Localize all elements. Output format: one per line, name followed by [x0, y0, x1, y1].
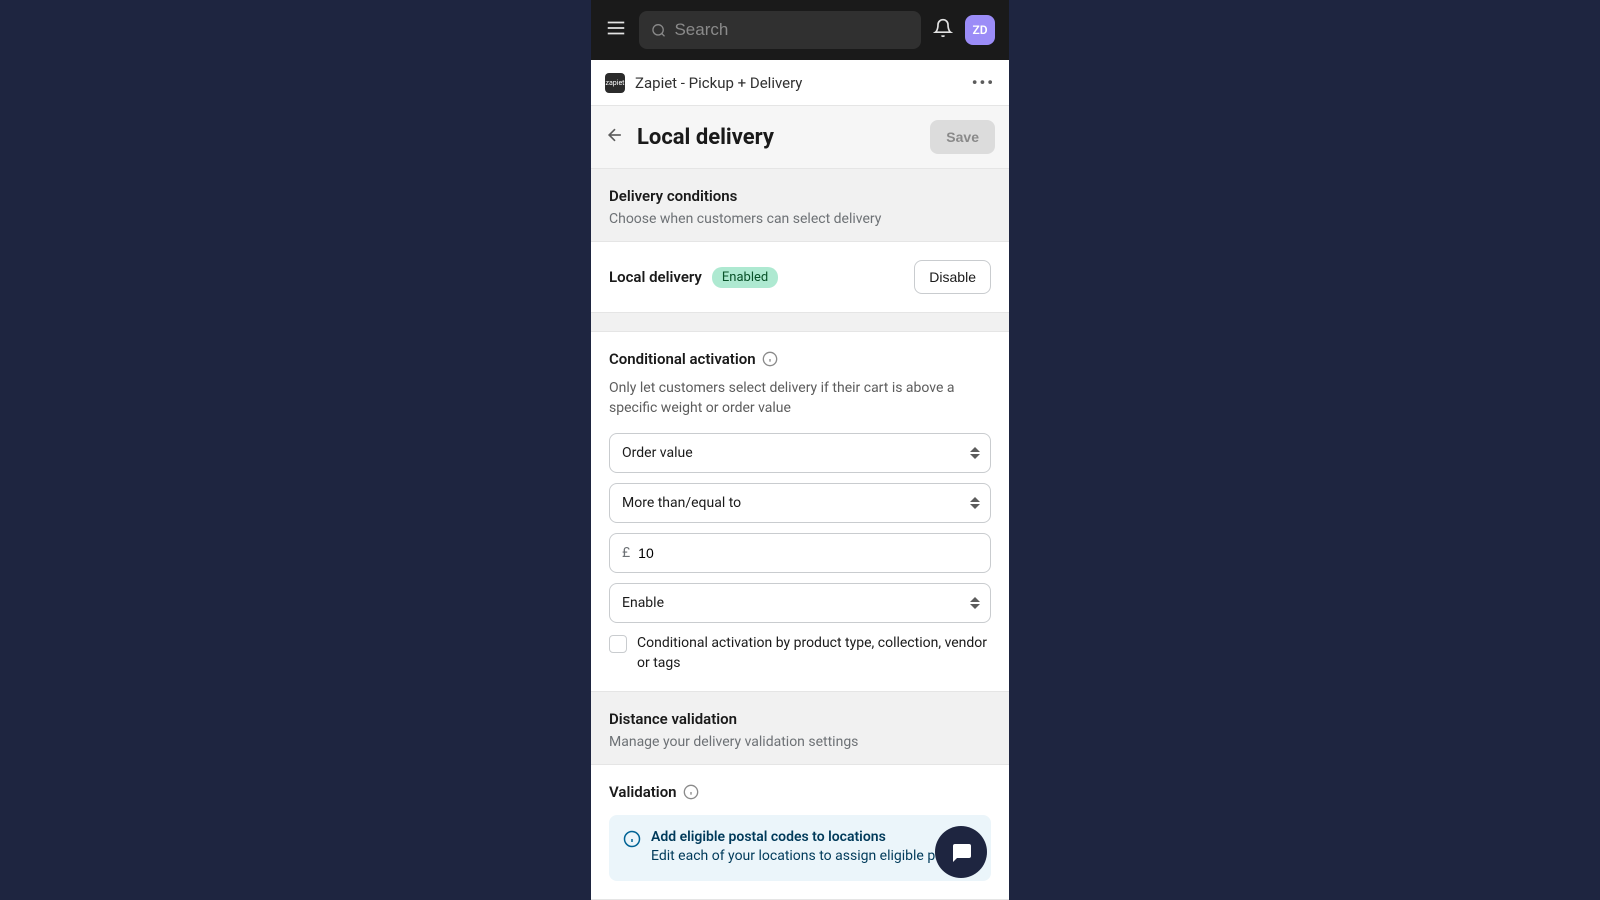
section-subtitle: Choose when customers can select deliver…	[609, 211, 991, 227]
chevron-updown-icon	[970, 497, 980, 509]
search-input[interactable]	[639, 11, 921, 49]
notifications-icon[interactable]	[933, 18, 953, 42]
info-icon[interactable]	[762, 351, 778, 367]
metric-select[interactable]: Order value	[609, 433, 991, 473]
app-name: Zapiet - Pickup + Delivery	[635, 74, 962, 92]
chevron-updown-icon	[970, 447, 980, 459]
disable-button[interactable]: Disable	[914, 260, 991, 294]
banner-title: Add eligible postal codes to locations	[651, 829, 966, 845]
currency-prefix: £	[622, 545, 630, 561]
status-badge: Enabled	[712, 267, 778, 288]
search-icon	[651, 22, 666, 39]
app-logo: zapiet	[605, 73, 625, 93]
metric-value: Order value	[622, 445, 693, 461]
distance-validation-header: Distance validation Manage your delivery…	[591, 692, 1009, 764]
page-title: Local delivery	[637, 125, 918, 150]
action-value: Enable	[622, 595, 664, 611]
banner-text: Edit each of your locations to assign el…	[651, 847, 966, 867]
section-subtitle: Manage your delivery validation settings	[609, 734, 991, 750]
app-header: zapiet Zapiet - Pickup + Delivery •••	[591, 60, 1009, 106]
search-field[interactable]	[674, 20, 909, 40]
save-button[interactable]: Save	[930, 120, 995, 154]
chat-fab[interactable]	[935, 826, 987, 878]
card-title: Conditional activation	[609, 350, 756, 368]
product-type-checkbox[interactable]	[609, 635, 627, 653]
product-type-checkbox-row: Conditional activation by product type, …	[609, 633, 991, 674]
postal-codes-banner: Add eligible postal codes to locations E…	[609, 815, 991, 881]
delivery-status-card: Local delivery Enabled Disable	[591, 241, 1009, 313]
content-scroll[interactable]: Delivery conditions Choose when customer…	[591, 169, 1009, 900]
amount-field[interactable]: £	[609, 533, 991, 573]
page-header: Local delivery Save	[591, 106, 1009, 169]
section-title: Distance validation	[609, 710, 991, 728]
section-title: Delivery conditions	[609, 187, 991, 205]
operator-select[interactable]: More than/equal to	[609, 483, 991, 523]
action-select[interactable]: Enable	[609, 583, 991, 623]
conditional-activation-card: Conditional activation Only let customer…	[591, 331, 1009, 692]
more-icon[interactable]: •••	[972, 73, 995, 92]
operator-value: More than/equal to	[622, 495, 741, 511]
back-icon[interactable]	[605, 125, 625, 149]
card-title: Validation	[609, 783, 677, 801]
amount-input[interactable]	[638, 545, 978, 561]
menu-icon[interactable]	[605, 17, 627, 43]
info-icon[interactable]	[683, 784, 699, 800]
card-description: Only let customers select delivery if th…	[609, 378, 991, 419]
chevron-updown-icon	[970, 597, 980, 609]
app-frame: ZD zapiet Zapiet - Pickup + Delivery •••…	[591, 0, 1009, 900]
delivery-conditions-header: Delivery conditions Choose when customer…	[591, 169, 1009, 241]
info-icon	[623, 830, 641, 848]
avatar[interactable]: ZD	[965, 15, 995, 45]
chat-icon	[949, 840, 973, 864]
status-label: Local delivery	[609, 268, 702, 286]
top-bar: ZD	[591, 0, 1009, 60]
checkbox-label: Conditional activation by product type, …	[637, 633, 991, 674]
